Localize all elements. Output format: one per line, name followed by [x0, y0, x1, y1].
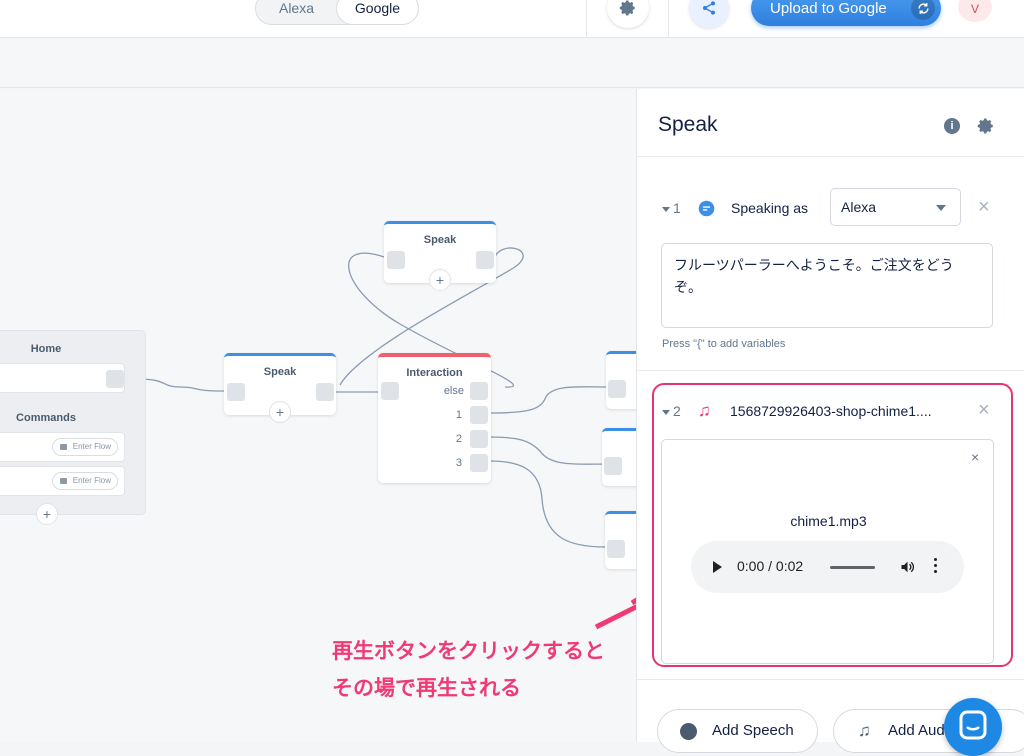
voice-select[interactable]: Alexa	[830, 188, 961, 226]
audio-player: 0:00 / 0:02	[691, 541, 964, 593]
gear-icon[interactable]	[977, 117, 995, 135]
audio-file-name: chime1.mp3	[790, 513, 867, 529]
settings-button[interactable]	[607, 0, 649, 28]
variables-hint: Press "{" to add variables	[662, 338, 786, 350]
step-number[interactable]: 1	[662, 200, 681, 216]
speech-text-field[interactable]: フルーツパーラーへようこそ。ご注文をどうぞ。	[661, 243, 993, 328]
divider	[637, 370, 1024, 371]
audio-filename: 1568729926403-shop-chime1....	[730, 403, 932, 419]
top-bar: Alexa Google Upload to Google V	[0, 0, 1024, 38]
annotation-line-2: その場で再生される	[332, 677, 521, 700]
music-note-icon: ♫	[858, 721, 871, 740]
upload-button[interactable]: Upload to Google	[751, 0, 941, 26]
info-icon[interactable]: i	[944, 118, 960, 134]
sync-icon	[911, 0, 935, 20]
avatar[interactable]: V	[958, 0, 992, 22]
audio-preview: × chime1.mp3 0:00 / 0:02	[661, 439, 994, 664]
more-options-icon[interactable]	[934, 558, 938, 576]
gear-icon	[619, 0, 635, 16]
step-number[interactable]: 2	[662, 403, 681, 419]
divider	[668, 0, 669, 38]
divider	[637, 679, 1024, 680]
close-icon[interactable]: ×	[978, 400, 990, 420]
divider	[637, 156, 1024, 157]
divider	[586, 0, 587, 38]
remove-audio-icon[interactable]: ×	[971, 449, 979, 465]
speech-bubble-icon	[698, 200, 715, 217]
audio-time: 0:00 / 0:02	[737, 558, 804, 574]
share-button[interactable]	[689, 0, 729, 28]
close-icon[interactable]: ×	[978, 197, 990, 217]
speech-bubble-icon	[680, 723, 697, 740]
voice-select-value: Alexa	[841, 199, 877, 215]
play-icon[interactable]	[713, 561, 722, 573]
platform-alexa-tab[interactable]: Alexa	[256, 0, 337, 24]
volume-icon[interactable]	[899, 559, 916, 575]
platform-google-tab[interactable]: Google	[337, 0, 418, 24]
upload-button-label: Upload to Google	[770, 0, 887, 17]
music-note-icon: ♫	[698, 401, 711, 420]
sub-toolbar	[0, 38, 1024, 88]
add-speech-label: Add Speech	[712, 722, 794, 739]
panel-title: Speak	[658, 113, 718, 136]
chat-button[interactable]	[944, 698, 1002, 756]
chevron-down-icon	[936, 205, 946, 211]
add-speech-button[interactable]: Add Speech	[657, 709, 818, 753]
platform-toggle: Alexa Google	[255, 0, 419, 25]
audio-progress-bar[interactable]	[830, 566, 875, 569]
annotation-line-1: 再生ボタンをクリックすると	[332, 640, 605, 663]
chat-icon	[959, 710, 987, 740]
speaking-as-label: Speaking as	[731, 200, 809, 216]
editor-panel: Speak i 1 Speaking as Alexa × フルーツパーラーへよ…	[636, 89, 1024, 753]
share-icon	[703, 1, 715, 15]
